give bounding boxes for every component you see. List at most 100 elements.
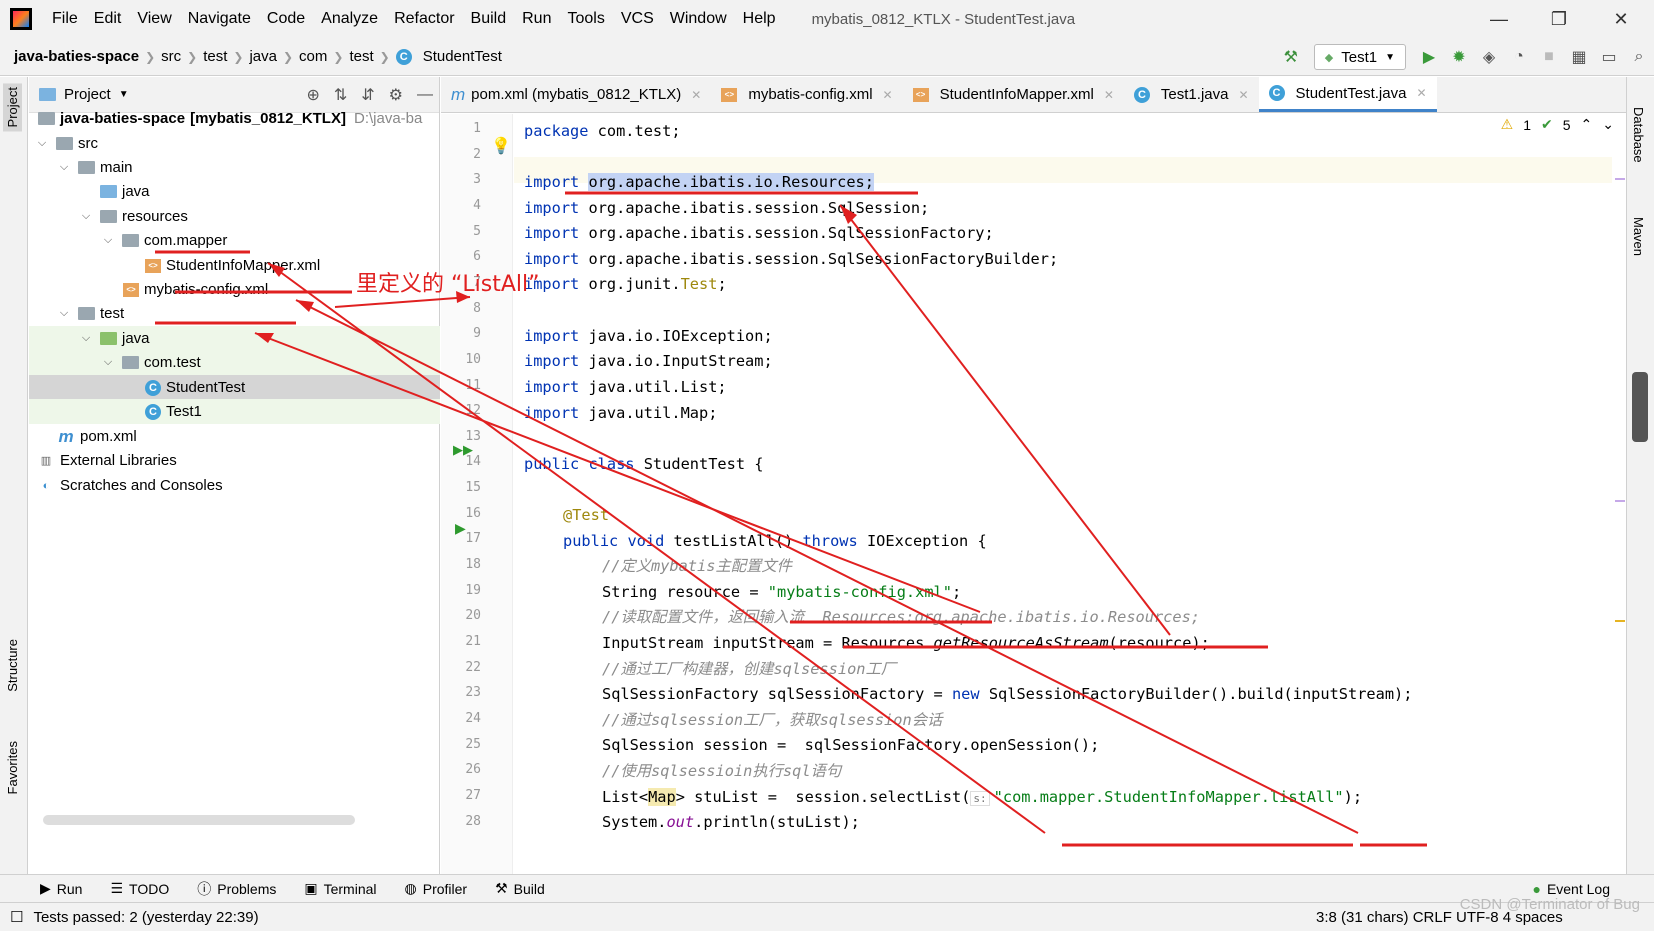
- stop-icon[interactable]: ■: [1534, 42, 1564, 72]
- tree-node-java-test[interactable]: ⌵ java: [29, 326, 440, 351]
- tool-event-log[interactable]: ● Event Log: [1518, 881, 1624, 897]
- build-icon: ⚒: [495, 880, 508, 896]
- chevron-up-icon[interactable]: ⌃: [1581, 116, 1593, 133]
- locate-icon[interactable]: ⊕: [306, 85, 319, 105]
- tree-node-java-main[interactable]: java: [29, 179, 440, 204]
- tree-node-pom[interactable]: m pom.xml: [29, 424, 440, 449]
- chevron-down-icon[interactable]: ⌵: [35, 137, 49, 150]
- tab-test1[interactable]: C Test1.java ✕: [1124, 77, 1259, 112]
- menu-edit[interactable]: Edit: [86, 10, 130, 28]
- close-icon[interactable]: ✕: [691, 88, 701, 102]
- tree-node-root[interactable]: java-baties-space [mybatis_0812_KTLX] D:…: [29, 106, 440, 131]
- horizontal-scrollbar[interactable]: [43, 815, 355, 825]
- tab-mapper-xml[interactable]: <> StudentInfoMapper.xml ✕: [903, 77, 1124, 112]
- tree-node-test1[interactable]: C Test1: [29, 399, 440, 424]
- status-panel-icon[interactable]: ☐: [10, 908, 23, 926]
- tab-mybatis-config[interactable]: <> mybatis-config.xml ✕: [711, 77, 902, 112]
- code-editor[interactable]: package com.test; import org.apache.ibat…: [514, 114, 1612, 874]
- tool-terminal[interactable]: ▣ Terminal: [290, 880, 390, 897]
- tab-pom[interactable]: m pom.xml (mybatis_0812_KTLX) ✕: [441, 77, 711, 112]
- tree-node-src[interactable]: ⌵ src: [29, 131, 440, 156]
- project-panel-title[interactable]: Project: [64, 86, 111, 103]
- search-icon[interactable]: ⌕: [1624, 42, 1654, 72]
- breadcrumb-item[interactable]: test: [343, 48, 379, 65]
- line-number: 5: [473, 223, 481, 239]
- tab-label: mybatis-config.xml: [748, 86, 873, 103]
- tab-favorites[interactable]: Favorites: [3, 737, 22, 798]
- tool-label: Build: [513, 880, 545, 897]
- menu-window[interactable]: Window: [662, 10, 735, 28]
- tree-node-com-mapper[interactable]: ⌵ com.mapper: [29, 228, 440, 253]
- profile-icon[interactable]: ◔: [1504, 42, 1534, 72]
- tree-node-com-test[interactable]: ⌵ com.test: [29, 350, 440, 375]
- menu-code[interactable]: Code: [259, 10, 313, 28]
- tree-node-scratches[interactable]: ◐ Scratches and Consoles: [29, 473, 440, 498]
- editor-scrollbar[interactable]: [1612, 114, 1626, 874]
- chevron-down-icon[interactable]: ⌵: [101, 234, 115, 247]
- tool-run[interactable]: ▶ Run: [0, 880, 96, 897]
- minimize-icon[interactable]: —: [1470, 0, 1528, 38]
- breadcrumb-item[interactable]: java-baties-space: [0, 48, 145, 65]
- close-icon[interactable]: ✕: [1592, 0, 1650, 38]
- tab-database[interactable]: Database: [1631, 107, 1646, 163]
- breadcrumb-item[interactable]: java: [243, 48, 283, 65]
- maximize-icon[interactable]: ❐: [1530, 0, 1588, 38]
- tree-node-label: src: [78, 135, 98, 152]
- maven-file-icon: m: [58, 426, 74, 446]
- tool-build[interactable]: ⚒ Build: [481, 880, 559, 897]
- menu-build[interactable]: Build: [463, 10, 515, 28]
- tool-profiler[interactable]: ◍ Profiler: [391, 880, 482, 897]
- menu-tools[interactable]: Tools: [559, 10, 612, 28]
- collapse-all-icon[interactable]: ⇵: [361, 85, 374, 105]
- run-icon[interactable]: ▶: [1414, 42, 1444, 72]
- tool-problems[interactable]: ⓘ Problems: [183, 879, 290, 899]
- menu-analyze[interactable]: Analyze: [313, 10, 386, 28]
- chevron-down-icon[interactable]: ⌵: [57, 307, 71, 320]
- lightbulb-icon[interactable]: 💡: [491, 136, 511, 156]
- run-class-icon[interactable]: ▶▶: [453, 442, 473, 458]
- tree-node-external-libraries[interactable]: ▥ External Libraries: [29, 448, 440, 473]
- menu-run[interactable]: Run: [514, 10, 559, 28]
- tree-node-main[interactable]: ⌵ main: [29, 155, 440, 180]
- debug-icon[interactable]: ✹: [1444, 42, 1474, 72]
- chevron-down-icon[interactable]: ⌵: [79, 210, 93, 223]
- notification-handle[interactable]: [1632, 372, 1648, 442]
- chevron-down-icon[interactable]: ▼: [119, 89, 129, 100]
- menu-navigate[interactable]: Navigate: [180, 10, 259, 28]
- tree-node-test[interactable]: ⌵ test: [29, 301, 440, 326]
- menu-view[interactable]: View: [129, 10, 179, 28]
- gear-icon[interactable]: ⚙: [389, 85, 403, 105]
- chevron-down-icon[interactable]: ⌵: [101, 356, 115, 369]
- coverage-icon[interactable]: ◈: [1474, 42, 1504, 72]
- close-icon[interactable]: ✕: [883, 88, 893, 102]
- menu-file[interactable]: File: [44, 10, 86, 28]
- tree-node-resources[interactable]: ⌵ resources: [29, 204, 440, 229]
- menu-help[interactable]: Help: [735, 10, 784, 28]
- tool-todo[interactable]: ☰ TODO: [96, 880, 183, 897]
- breadcrumb-item[interactable]: StudentTest: [417, 48, 508, 65]
- chevron-down-icon[interactable]: ⌵: [79, 332, 93, 345]
- inspection-widget[interactable]: ⚠ 1 ✔ 5 ⌃ ⌄: [1501, 116, 1614, 133]
- tree-node-studenttest[interactable]: C StudentTest: [29, 375, 440, 400]
- project-structure-icon[interactable]: ▦: [1564, 42, 1594, 72]
- build-hammer-icon[interactable]: ⚒: [1276, 42, 1306, 72]
- breadcrumb-item[interactable]: test: [197, 48, 233, 65]
- close-icon[interactable]: ✕: [1238, 88, 1248, 102]
- tab-maven[interactable]: Maven: [1631, 217, 1646, 256]
- tab-project[interactable]: Project: [3, 83, 22, 132]
- close-icon[interactable]: ✕: [1416, 86, 1426, 100]
- expand-all-icon[interactable]: ⇅: [334, 85, 347, 105]
- menu-vcs[interactable]: VCS: [613, 10, 662, 28]
- chevron-down-icon[interactable]: ⌵: [57, 161, 71, 174]
- breadcrumb-item[interactable]: src: [155, 48, 187, 65]
- run-test-icon[interactable]: ▶: [455, 520, 466, 537]
- menu-refactor[interactable]: Refactor: [386, 10, 462, 28]
- tree-node-label: com.test: [144, 354, 201, 371]
- breadcrumb-item[interactable]: com: [293, 48, 333, 65]
- tab-studenttest[interactable]: C StudentTest.java ✕: [1258, 77, 1437, 112]
- run-config-select[interactable]: ◆ Test1 ▼: [1313, 44, 1406, 70]
- close-icon[interactable]: ✕: [1104, 88, 1114, 102]
- layout-icon[interactable]: ▭: [1594, 42, 1624, 72]
- tab-structure[interactable]: Structure: [3, 635, 22, 696]
- hide-icon[interactable]: —: [417, 86, 433, 104]
